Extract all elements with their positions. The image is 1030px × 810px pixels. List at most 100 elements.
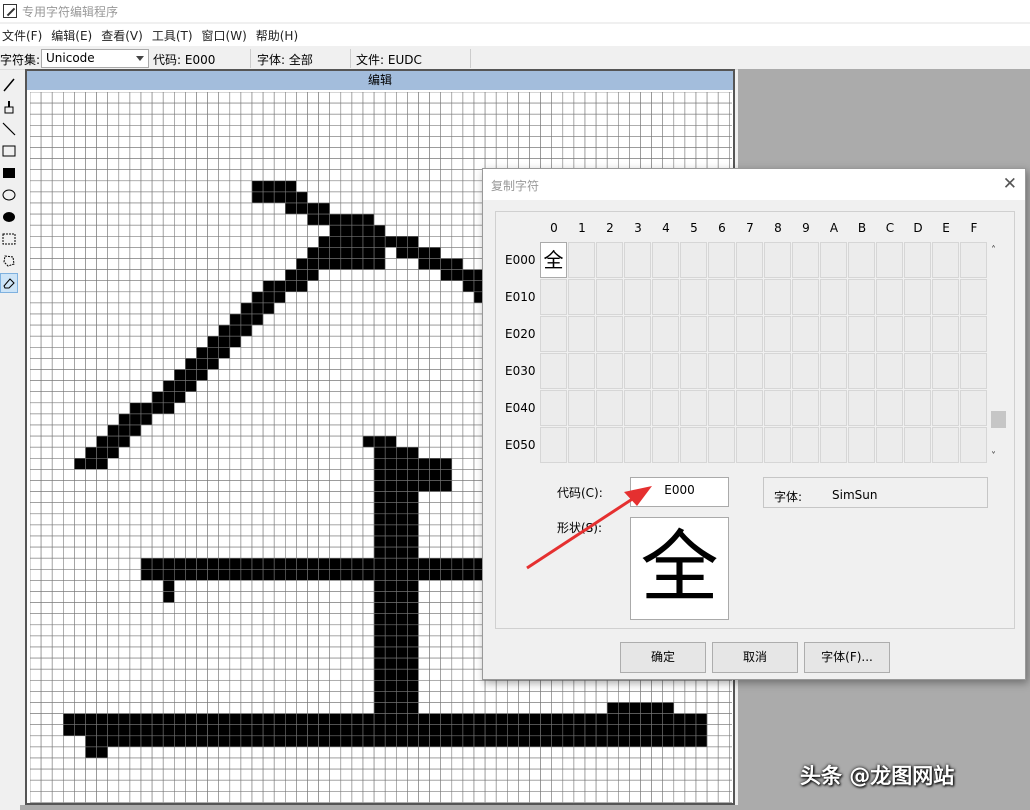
pixel-cell[interactable] xyxy=(96,735,108,748)
pixel-cell[interactable] xyxy=(262,313,275,326)
pixel-cell[interactable] xyxy=(207,347,220,359)
pixel-cell[interactable] xyxy=(429,790,442,803)
pixel-cell[interactable] xyxy=(129,247,142,259)
pixel-cell[interactable] xyxy=(185,313,197,326)
pixel-cell[interactable] xyxy=(373,236,386,248)
pixel-cell[interactable] xyxy=(151,413,164,426)
pixel-cell[interactable] xyxy=(395,347,408,359)
pixel-cell[interactable] xyxy=(429,435,442,448)
pixel-cell[interactable] xyxy=(85,702,97,714)
pixel-cell[interactable] xyxy=(151,247,164,259)
pixel-cell[interactable] xyxy=(40,502,53,515)
pixel-cell[interactable] xyxy=(251,224,264,237)
pixel-cell[interactable] xyxy=(207,635,220,648)
pixel-cell[interactable] xyxy=(251,380,264,393)
pixel-cell[interactable] xyxy=(495,779,508,792)
pixel-cell[interactable] xyxy=(273,646,286,659)
pixel-cell[interactable] xyxy=(229,236,242,248)
pixel-cell[interactable] xyxy=(129,147,142,159)
pixel-cell[interactable] xyxy=(74,624,86,637)
pixel-cell[interactable] xyxy=(151,335,164,348)
pixel-cell[interactable] xyxy=(329,480,342,492)
filled-rectangle-tool[interactable] xyxy=(0,163,18,183)
pixel-cell[interactable] xyxy=(240,491,253,504)
pixel-cell[interactable] xyxy=(229,491,242,504)
pixel-cell[interactable] xyxy=(340,524,353,537)
pixel-cell[interactable] xyxy=(629,147,641,159)
pixel-cell[interactable] xyxy=(340,602,353,615)
pixel-cell[interactable] xyxy=(240,158,253,170)
pixel-cell[interactable] xyxy=(29,369,42,381)
pixel-cell[interactable] xyxy=(551,691,564,703)
pixel-cell[interactable] xyxy=(285,435,297,448)
pixel-cell[interactable] xyxy=(351,713,364,725)
pixel-cell[interactable] xyxy=(395,580,408,592)
pixel-cell[interactable] xyxy=(440,291,453,304)
pixel-cell[interactable] xyxy=(717,724,730,737)
pixel-cell[interactable] xyxy=(584,713,597,725)
pixel-cell[interactable] xyxy=(318,591,331,603)
pixel-cell[interactable] xyxy=(462,413,475,426)
pixel-cell[interactable] xyxy=(240,124,253,137)
pixel-cell[interactable] xyxy=(51,380,64,393)
menu-window[interactable]: 窗口(W) xyxy=(200,27,254,44)
pixel-cell[interactable] xyxy=(473,702,486,714)
pixel-cell[interactable] xyxy=(51,457,64,470)
pixel-cell[interactable] xyxy=(318,180,331,193)
pixel-cell[interactable] xyxy=(318,136,331,148)
pixel-cell[interactable] xyxy=(51,679,64,692)
pixel-cell[interactable] xyxy=(684,735,697,748)
pixel-cell[interactable] xyxy=(440,102,453,115)
pixel-cell[interactable] xyxy=(595,102,608,115)
pixel-cell[interactable] xyxy=(240,457,253,470)
pixel-cell[interactable] xyxy=(207,269,220,282)
pixel-cell[interactable] xyxy=(296,768,308,781)
pixel-cell[interactable] xyxy=(196,557,208,570)
pixel-cell[interactable] xyxy=(107,391,120,404)
pixel-cell[interactable] xyxy=(362,591,375,603)
pixel-cell[interactable] xyxy=(251,191,264,204)
pixel-cell[interactable] xyxy=(74,169,86,182)
pixel-cell[interactable] xyxy=(196,646,208,659)
pixel-cell[interactable] xyxy=(728,757,741,770)
pixel-cell[interactable] xyxy=(595,147,608,159)
pixel-cell[interactable] xyxy=(318,202,331,215)
pixel-cell[interactable] xyxy=(107,202,120,215)
pixel-cell[interactable] xyxy=(62,668,75,681)
pixel-cell[interactable] xyxy=(29,380,42,393)
pixel-cell[interactable] xyxy=(129,224,142,237)
pixel-cell[interactable] xyxy=(107,513,120,526)
pixel-cell[interactable] xyxy=(407,302,419,315)
pixel-cell[interactable] xyxy=(174,524,186,537)
pixel-cell[interactable] xyxy=(418,369,430,381)
pixel-cell[interactable] xyxy=(151,657,164,670)
pixel-cell[interactable] xyxy=(262,169,275,182)
pixel-cell[interactable] xyxy=(162,591,175,603)
pixel-cell[interactable] xyxy=(407,713,419,725)
pixel-cell[interactable] xyxy=(85,535,97,548)
pixel-cell[interactable] xyxy=(118,446,131,459)
pixel-cell[interactable] xyxy=(62,247,75,259)
pixel-cell[interactable] xyxy=(462,480,475,492)
pixel-cell[interactable] xyxy=(196,113,208,126)
pixel-cell[interactable] xyxy=(307,469,319,481)
pixel-cell[interactable] xyxy=(296,302,308,315)
pixel-cell[interactable] xyxy=(440,713,453,725)
pixel-cell[interactable] xyxy=(240,502,253,515)
pixel-cell[interactable] xyxy=(307,413,319,426)
pixel-cell[interactable] xyxy=(717,113,730,126)
pixel-cell[interactable] xyxy=(495,735,508,748)
pixel-cell[interactable] xyxy=(562,124,575,137)
pixel-cell[interactable] xyxy=(484,735,497,748)
pixel-cell[interactable] xyxy=(151,480,164,492)
pixel-cell[interactable] xyxy=(140,313,153,326)
pixel-cell[interactable] xyxy=(107,180,120,193)
pixel-cell[interactable] xyxy=(640,735,652,748)
pixel-cell[interactable] xyxy=(418,136,430,148)
pixel-cell[interactable] xyxy=(62,735,75,748)
pixel-cell[interactable] xyxy=(151,635,164,648)
pixel-cell[interactable] xyxy=(207,180,220,193)
pixel-cell[interactable] xyxy=(40,358,53,370)
pixel-cell[interactable] xyxy=(96,213,108,226)
pixel-cell[interactable] xyxy=(229,779,242,792)
